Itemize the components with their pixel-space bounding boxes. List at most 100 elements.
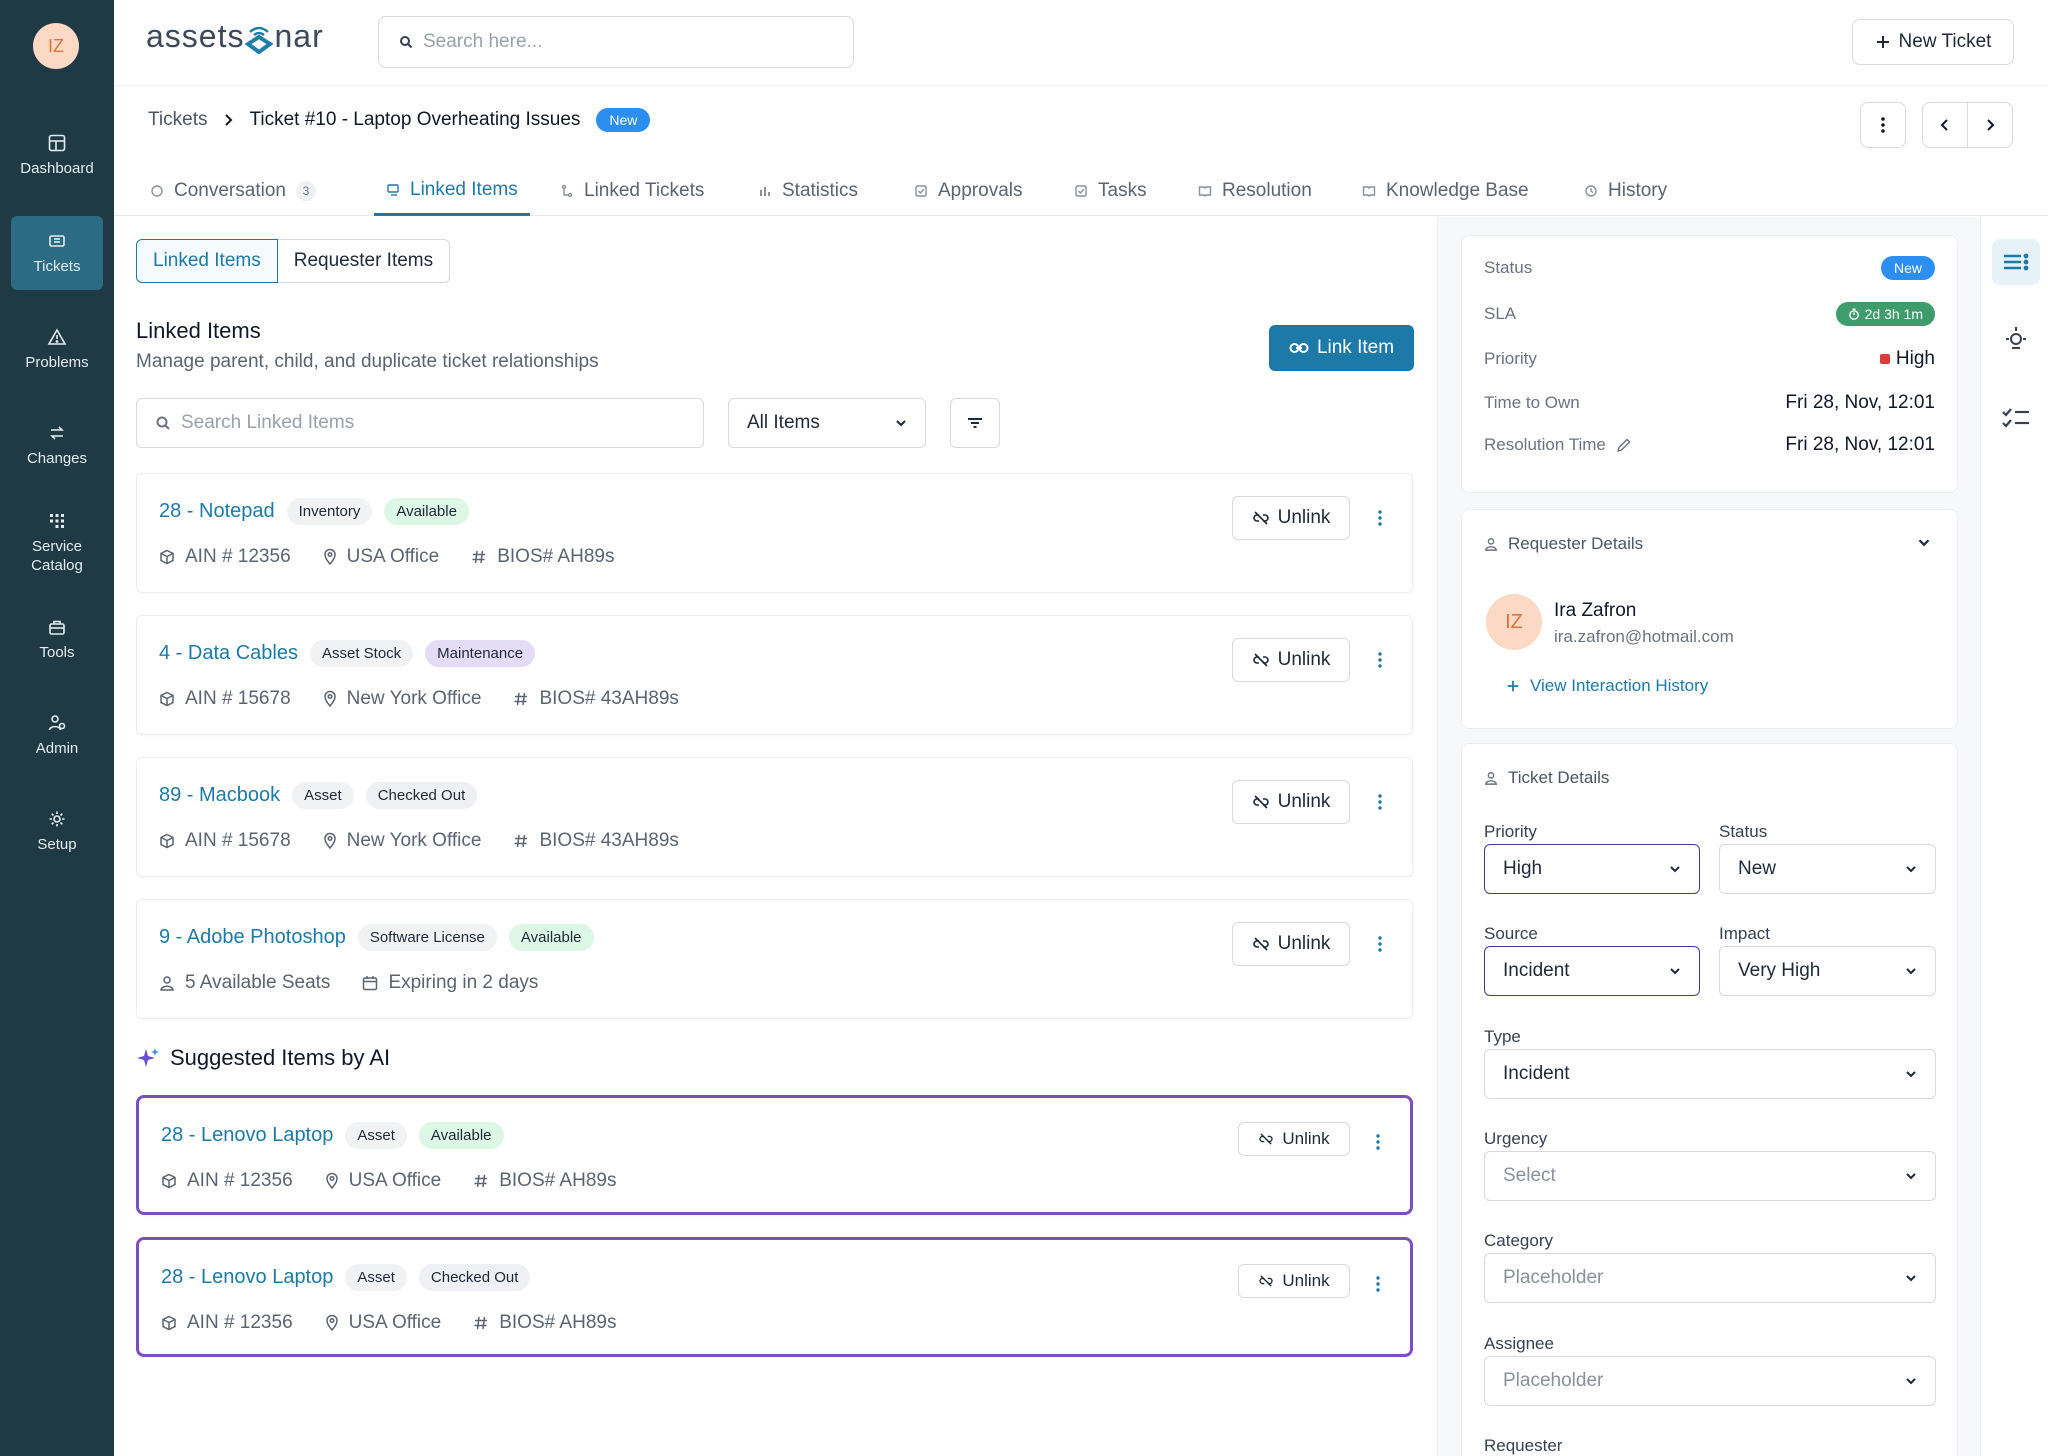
- chevron-down-icon: [1670, 968, 1680, 975]
- summary-sla-row: SLA 2d 3h 1m: [1484, 302, 1935, 326]
- link-item-button[interactable]: Link Item: [1269, 325, 1414, 371]
- tab-knowledge-base[interactable]: Knowledge Base: [1362, 166, 1529, 216]
- kebab-icon: [1378, 510, 1382, 526]
- user-icon: [160, 976, 174, 991]
- item-title-row: 28 - Lenovo Laptop Asset Checked Out: [161, 1264, 531, 1291]
- select-placeholder: Placeholder: [1503, 1267, 1604, 1288]
- item-more-button[interactable]: [1370, 650, 1390, 670]
- nav-tools[interactable]: Tools: [11, 602, 103, 676]
- user-avatar[interactable]: IZ: [33, 23, 79, 69]
- meta-expiry: Expiring in 2 days: [362, 972, 538, 994]
- priority-select[interactable]: High: [1484, 844, 1700, 894]
- tab-linked-items[interactable]: Linked Items: [374, 166, 530, 216]
- assignee-select[interactable]: Placeholder: [1484, 1356, 1936, 1406]
- new-ticket-label: New Ticket: [1898, 31, 1992, 52]
- nav-tickets[interactable]: Tickets: [11, 216, 103, 290]
- item-more-button[interactable]: [1368, 1274, 1388, 1294]
- ticket-icon: [49, 234, 65, 247]
- item-type-chip: Asset Stock: [309, 640, 414, 667]
- nav-service-catalog[interactable]: Service Catalog: [11, 500, 103, 586]
- linked-item-card: 4 - Data Cables Asset Stock Maintenance …: [136, 615, 1413, 735]
- tab-tasks[interactable]: Tasks: [1074, 166, 1147, 216]
- unlink-button[interactable]: Unlink: [1232, 638, 1350, 682]
- filter-icon: [968, 418, 982, 428]
- nav-changes[interactable]: Changes: [11, 408, 103, 482]
- item-name-link[interactable]: 89 - Macbook: [159, 784, 280, 807]
- meta-bios: BIOS# 43AH89s: [513, 688, 679, 710]
- priority-high-indicator: [1879, 354, 1890, 364]
- item-name-link[interactable]: 28 - Notepad: [159, 500, 275, 523]
- kebab-icon: [1378, 936, 1382, 952]
- ticket-details-card: Ticket Details Priority High Status New …: [1461, 743, 1958, 1456]
- item-title-row: 4 - Data Cables Asset Stock Maintenance: [159, 640, 536, 667]
- linked-item-card: 28 - Notepad Inventory Available AIN # 1…: [136, 473, 1413, 593]
- unlink-label: Unlink: [1277, 791, 1331, 812]
- item-title-row: 89 - Macbook Asset Checked Out: [159, 782, 478, 809]
- segment-requester-items[interactable]: Requester Items: [277, 239, 451, 283]
- hash-icon: [474, 1174, 488, 1188]
- box-icon: [162, 1315, 176, 1331]
- tab-history[interactable]: History: [1584, 166, 1667, 216]
- nav-setup[interactable]: Setup: [11, 794, 103, 868]
- item-name-link[interactable]: 28 - Lenovo Laptop: [161, 1266, 333, 1289]
- linked-items-search-input[interactable]: Search Linked Items: [136, 398, 704, 448]
- breadcrumb-tickets[interactable]: Tickets: [148, 109, 207, 131]
- item-meta: AIN # 12356 USA Office BIOS# AH89s: [159, 546, 630, 568]
- details-view-button[interactable]: [1992, 239, 2040, 285]
- item-more-button[interactable]: [1370, 934, 1390, 954]
- item-name-link[interactable]: 9 - Adobe Photoshop: [159, 926, 346, 949]
- unlink-button[interactable]: Unlink: [1232, 922, 1350, 966]
- nav-dashboard[interactable]: Dashboard: [11, 118, 103, 192]
- unlink-label: Unlink: [1282, 1129, 1330, 1148]
- tab-conversation[interactable]: Conversation 3: [150, 166, 316, 216]
- logo[interactable]: assets nar: [146, 18, 324, 56]
- item-type-chip: Asset: [345, 1264, 407, 1291]
- checklist-button[interactable]: [1992, 395, 2040, 441]
- chevron-down-icon[interactable]: [1917, 538, 1931, 547]
- unlink-button[interactable]: Unlink: [1238, 1264, 1350, 1298]
- meta-text: New York Office: [346, 688, 482, 709]
- previous-ticket-button[interactable]: [1922, 102, 1968, 148]
- top-bar: assets nar Search here... New Ticket: [114, 0, 2048, 86]
- urgency-select[interactable]: Select: [1484, 1151, 1936, 1201]
- category-select[interactable]: Placeholder: [1484, 1253, 1936, 1303]
- item-more-button[interactable]: [1370, 792, 1390, 812]
- more-actions-button[interactable]: [1860, 102, 1906, 148]
- filter-button[interactable]: [950, 398, 1000, 448]
- nav-admin[interactable]: Admin: [11, 698, 103, 772]
- search-placeholder: Search Linked Items: [181, 412, 355, 433]
- impact-select[interactable]: Very High: [1719, 946, 1936, 996]
- tab-resolution[interactable]: Resolution: [1198, 166, 1312, 216]
- unlink-button[interactable]: Unlink: [1232, 496, 1350, 540]
- tab-statistics[interactable]: Statistics: [758, 166, 858, 216]
- bar-chart-icon: [760, 187, 770, 196]
- view-interaction-history-link[interactable]: View Interaction History: [1506, 676, 1708, 696]
- global-search-input[interactable]: Search here...: [378, 16, 854, 68]
- pencil-icon[interactable]: [1616, 437, 1632, 453]
- source-select[interactable]: Incident: [1484, 946, 1700, 996]
- item-more-button[interactable]: [1370, 508, 1390, 528]
- next-ticket-button[interactable]: [1967, 102, 2013, 148]
- requester-details-header[interactable]: Requester Details: [1484, 534, 1643, 554]
- unlink-button[interactable]: Unlink: [1232, 780, 1350, 824]
- item-more-button[interactable]: [1368, 1132, 1388, 1152]
- right-tool-rail: [1980, 217, 2048, 1456]
- unlink-button[interactable]: Unlink: [1238, 1122, 1350, 1156]
- search-icon: [156, 416, 170, 430]
- item-name-link[interactable]: 28 - Lenovo Laptop: [161, 1124, 333, 1147]
- gear-icon: [49, 811, 65, 826]
- tab-approvals[interactable]: Approvals: [914, 166, 1023, 216]
- nav-problems[interactable]: Problems: [11, 312, 103, 386]
- tab-linked-tickets[interactable]: Linked Tickets: [560, 166, 704, 216]
- suggestions-button[interactable]: [1992, 315, 2040, 361]
- tab-label: History: [1608, 180, 1668, 201]
- items-filter-select[interactable]: All Items: [728, 398, 926, 448]
- type-select[interactable]: Incident: [1484, 1049, 1936, 1099]
- segment-linked-items[interactable]: Linked Items: [136, 239, 278, 283]
- item-name-link[interactable]: 4 - Data Cables: [159, 642, 298, 665]
- list-icon: [2004, 253, 2029, 271]
- status-select[interactable]: New: [1719, 844, 1936, 894]
- item-type-chip: Inventory: [286, 498, 373, 525]
- new-ticket-button[interactable]: New Ticket: [1852, 19, 2014, 65]
- tab-label: Linked Tickets: [584, 180, 705, 201]
